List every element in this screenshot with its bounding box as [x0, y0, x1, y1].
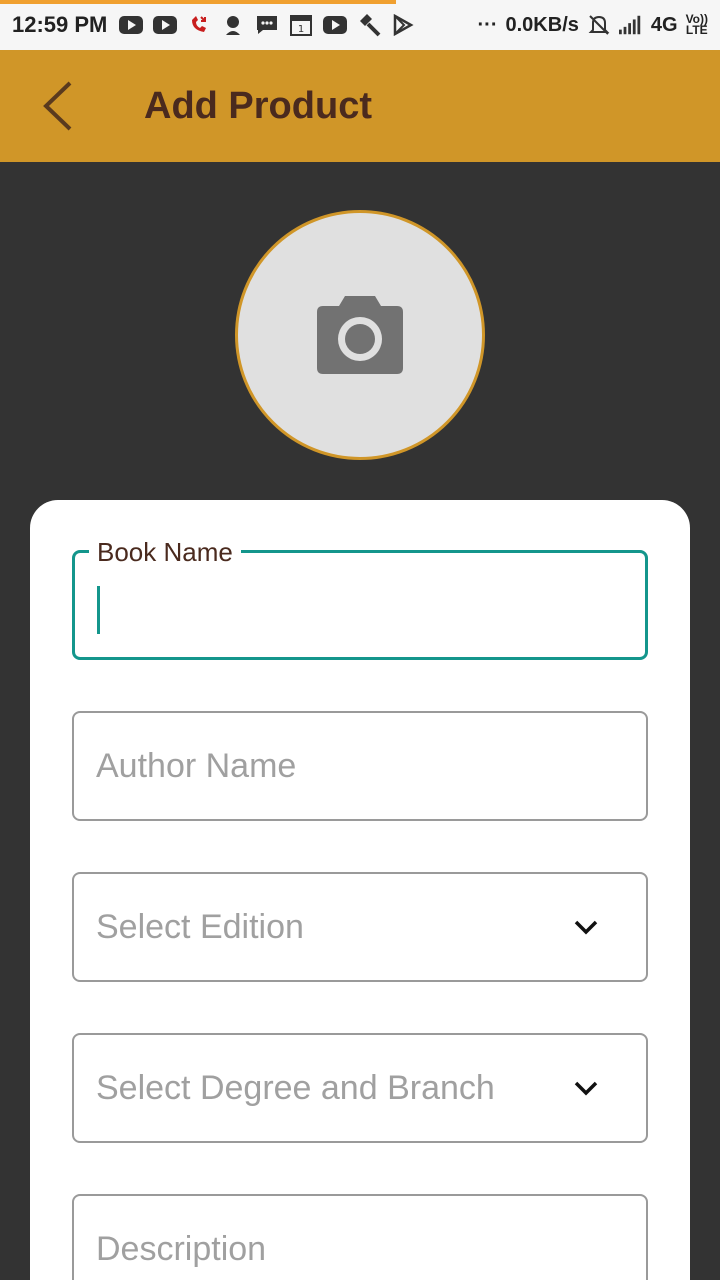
description-field[interactable]: Description: [72, 1194, 648, 1280]
hammer-icon: [357, 14, 381, 37]
chevron-down-icon: [572, 1078, 600, 1098]
edition-select[interactable]: Select Edition: [72, 872, 648, 982]
chevron-left-icon: [43, 81, 72, 131]
more-icon: ···: [477, 13, 498, 36]
status-time: 12:59 PM: [12, 12, 108, 37]
youtube-icon: [323, 14, 348, 36]
camera-icon: [317, 296, 403, 374]
svg-text:1: 1: [298, 24, 304, 35]
degree-branch-select[interactable]: Select Degree and Branch: [72, 1033, 648, 1143]
network-type: 4G: [650, 13, 678, 36]
play-store-icon: [391, 14, 415, 36]
back-button[interactable]: [22, 71, 92, 141]
product-form-card: Book Name Author Name Select Edition Sel…: [30, 500, 690, 1280]
net-speed: 0.0KB/s: [505, 13, 579, 36]
status-system-area: ··· 0.0KB/s 4G Vo)) LTE: [477, 13, 708, 37]
degree-branch-placeholder: Select Degree and Branch: [96, 1068, 495, 1107]
page-title: Add Product: [144, 84, 372, 127]
message-icon: [255, 14, 279, 36]
author-name-placeholder: Author Name: [96, 746, 297, 785]
description-placeholder: Description: [96, 1229, 267, 1268]
book-name-field[interactable]: Book Name: [72, 537, 648, 660]
youtube-icon: [119, 14, 144, 36]
signal-icon: [618, 14, 643, 36]
chevron-down-icon: [572, 917, 600, 937]
youtube-icon: [153, 14, 178, 36]
edition-placeholder: Select Edition: [96, 907, 304, 946]
status-notification-icons: 1: [119, 14, 415, 37]
calendar-icon: 1: [289, 14, 313, 36]
volte-bottom: LTE: [685, 23, 708, 37]
author-name-field[interactable]: Author Name: [72, 711, 648, 821]
book-name-label: Book Name: [89, 537, 241, 568]
mute-bell-icon: [587, 14, 611, 36]
person-icon: [221, 14, 245, 36]
product-photo-picker[interactable]: [235, 210, 485, 460]
volte-indicator: Vo)) LTE: [685, 13, 708, 37]
status-bar: 12:59 PM 1 ··· 0.0KB/s 4G Vo)) LTE: [0, 0, 720, 50]
missed-call-icon: [187, 14, 211, 36]
status-progress-bar: [0, 0, 396, 4]
text-cursor: [97, 586, 100, 634]
app-bar: Add Product: [0, 50, 720, 162]
